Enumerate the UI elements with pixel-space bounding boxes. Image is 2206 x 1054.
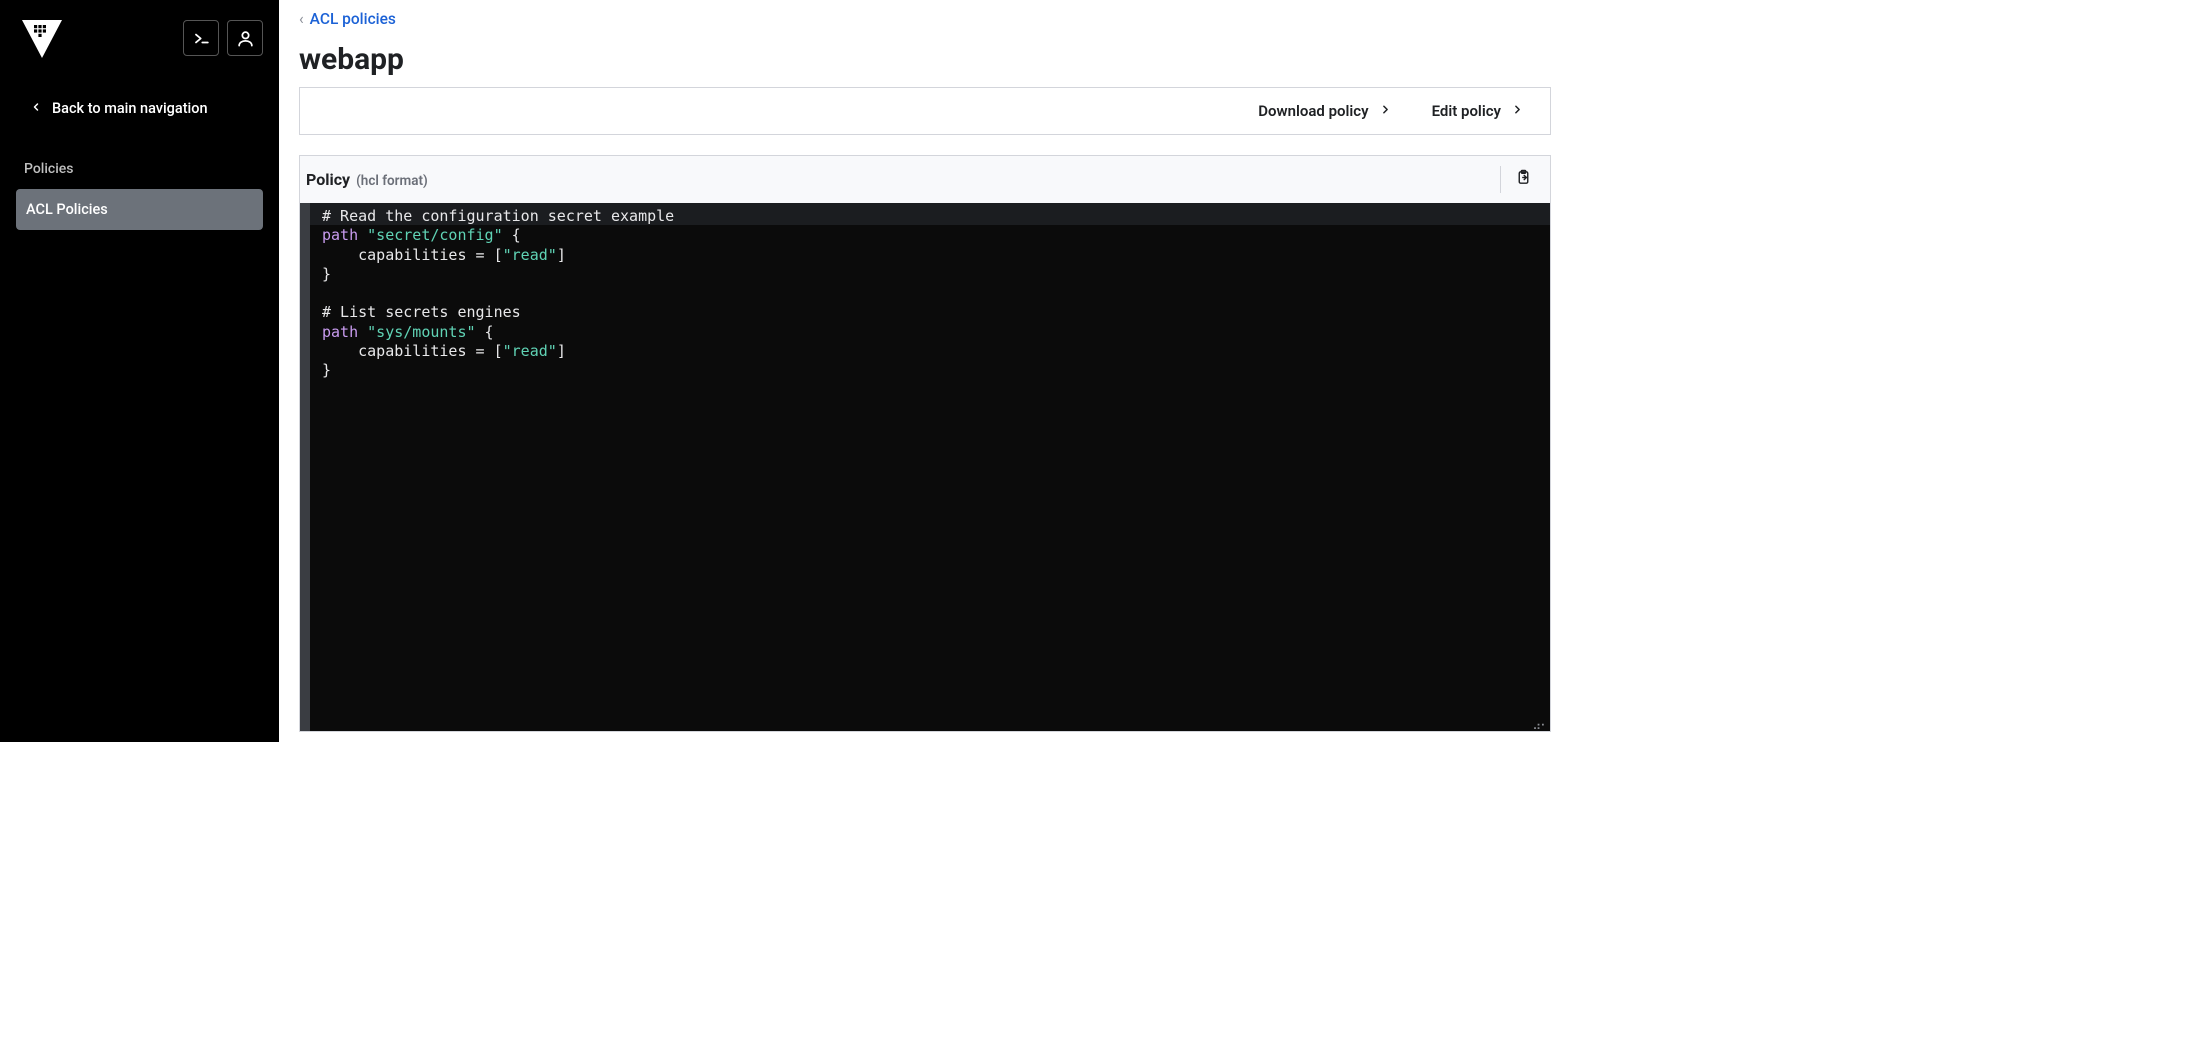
chevron-right-icon [1511, 102, 1524, 120]
vault-logo [22, 20, 62, 60]
policy-format: (hcl format) [356, 173, 428, 189]
copy-button[interactable] [1500, 166, 1546, 193]
sidebar: Back to main navigation Policies ACL Pol… [0, 0, 279, 742]
download-label: Download policy [1258, 102, 1368, 120]
header-icons [183, 20, 263, 56]
chevron-left-icon: ‹ [299, 10, 304, 28]
download-policy-button[interactable]: Download policy [1258, 102, 1391, 120]
sidebar-section-label: Policies [0, 153, 279, 185]
policy-header-left: Policy (hcl format) [306, 170, 428, 189]
policy-label: Policy [306, 170, 350, 189]
edit-policy-button[interactable]: Edit policy [1432, 102, 1524, 120]
clipboard-icon [1515, 171, 1532, 190]
breadcrumb[interactable]: ‹ ACL policies [299, 10, 1551, 28]
code-editor[interactable]: # Read the configuration secret example … [300, 203, 1550, 731]
terminal-icon[interactable] [183, 20, 219, 56]
edit-label: Edit policy [1432, 102, 1501, 120]
breadcrumb-label: ACL policies [310, 10, 396, 28]
policy-box: Policy (hcl format) # Read the configura… [299, 155, 1551, 732]
code-gutter [300, 203, 310, 731]
back-link[interactable]: Back to main navigation [0, 90, 279, 127]
sidebar-item-label: ACL Policies [26, 201, 108, 218]
sidebar-item-acl-policies[interactable]: ACL Policies [16, 189, 263, 230]
sidebar-header [0, 0, 279, 80]
main: ‹ ACL policies webapp Download policy Ed… [279, 0, 1551, 742]
policy-header: Policy (hcl format) [300, 156, 1550, 203]
back-link-label: Back to main navigation [52, 100, 208, 117]
page-title: webapp [299, 42, 1551, 77]
action-bar: Download policy Edit policy [299, 87, 1551, 135]
code-content: # Read the configuration secret example … [310, 203, 686, 731]
chevron-left-icon [30, 100, 42, 117]
chevron-right-icon [1379, 102, 1392, 120]
user-icon[interactable] [227, 20, 263, 56]
resize-handle-icon: ⠴⠂ [1532, 724, 1548, 729]
